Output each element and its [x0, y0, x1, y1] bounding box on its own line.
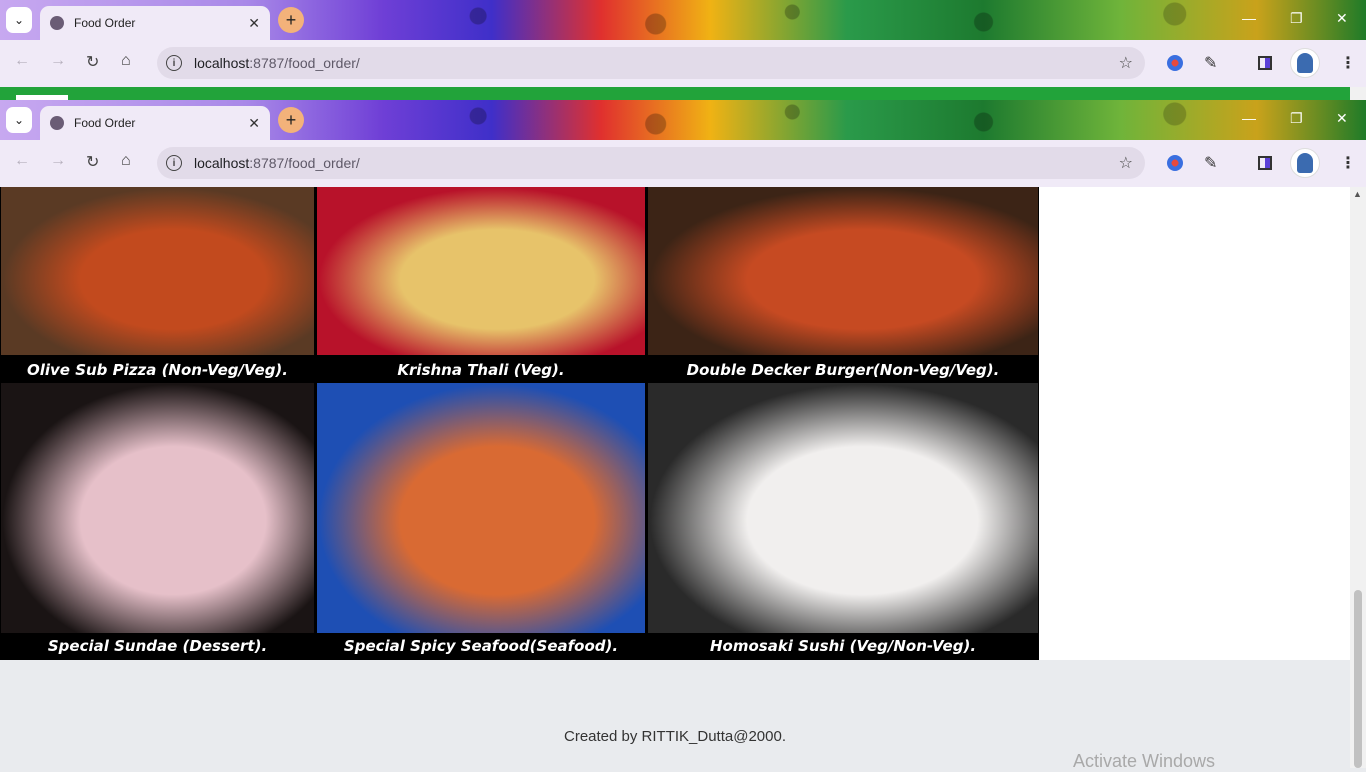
menu-card[interactable]: Homosaki Sushi (Veg/Non-Veg). — [648, 383, 1038, 660]
tab-food-order[interactable]: Food Order ✕ — [40, 6, 270, 40]
browser-toolbar: ← → ↻ ⌂ i localhost:8787/food_order/ ☆ ✎… — [0, 40, 1366, 87]
menu-item-name: Homosaki Sushi (Veg/Non-Veg). — [709, 637, 977, 655]
profile-avatar[interactable] — [1290, 48, 1320, 78]
bookmark-star-icon[interactable]: ☆ — [1119, 153, 1133, 173]
puzzle-extensions-icon[interactable]: ✎ — [1204, 153, 1217, 173]
menu-item-name: Double Decker Burger(Non-Veg/Veg). — [686, 361, 1000, 379]
tab-food-order[interactable]: Food Order ✕ — [40, 106, 270, 140]
food-image[interactable] — [317, 187, 645, 355]
reload-icon[interactable]: ↻ — [86, 52, 99, 72]
bookmark-star-icon[interactable]: ☆ — [1119, 53, 1133, 73]
new-tab-button[interactable]: + — [278, 107, 304, 133]
food-image[interactable] — [317, 383, 645, 633]
menu-item-name: Olive Sub Pizza (Non-Veg/Veg). — [26, 361, 288, 379]
close-tab-icon[interactable]: ✕ — [248, 15, 260, 32]
scrollbar-thumb[interactable] — [1354, 590, 1362, 768]
minimize-button[interactable]: — — [1242, 10, 1256, 26]
side-panel-icon[interactable] — [1258, 156, 1272, 170]
tab-title: Food Order — [74, 16, 136, 30]
minimize-button[interactable]: — — [1242, 110, 1256, 126]
home-icon[interactable]: ⌂ — [121, 52, 131, 70]
tab-search-icon[interactable]: ⌄ — [6, 7, 32, 33]
home-icon[interactable]: ⌂ — [121, 152, 131, 170]
scroll-up-icon[interactable]: ▲ — [1353, 189, 1362, 199]
food-image[interactable] — [648, 383, 1038, 633]
footer-credit: Created by RITTIK_Dutta@2000. — [564, 728, 786, 745]
site-info-icon[interactable]: i — [166, 155, 182, 171]
tab-title: Food Order — [74, 116, 136, 130]
food-image[interactable] — [648, 187, 1038, 355]
browser-window-top: ⌄ Food Order ✕ + — ❐ ✕ ← → ↻ ⌂ i localho… — [0, 0, 1366, 87]
food-menu-grid: Olive Sub Pizza (Non-Veg/Veg). Krishna T… — [0, 187, 1039, 660]
url-text[interactable]: localhost:8787/food_order/ — [194, 55, 1119, 71]
menu-card[interactable]: Krishna Thali (Veg). — [317, 187, 645, 383]
extension-icon[interactable] — [1167, 55, 1183, 71]
extension-icon[interactable] — [1167, 155, 1183, 171]
reload-icon[interactable]: ↻ — [86, 152, 99, 172]
globe-icon — [50, 16, 64, 30]
page-content: Olive Sub Pizza (Non-Veg/Veg). Krishna T… — [0, 187, 1350, 768]
menu-item-name: Krishna Thali (Veg). — [397, 361, 565, 379]
site-info-icon[interactable]: i — [166, 55, 182, 71]
page-header-strip — [0, 87, 1366, 100]
address-bar[interactable]: i localhost:8787/food_order/ ☆ — [157, 147, 1145, 179]
address-bar[interactable]: i localhost:8787/food_order/ ☆ — [157, 47, 1145, 79]
url-text[interactable]: localhost:8787/food_order/ — [194, 155, 1119, 171]
close-window-button[interactable]: ✕ — [1336, 110, 1348, 127]
back-icon[interactable]: ← — [14, 52, 30, 70]
menu-kebab-icon[interactable]: ⋮ — [1340, 153, 1356, 173]
browser-window-second: ⌄ Food Order ✕ + — ❐ ✕ ← → ↻ ⌂ i localho… — [0, 100, 1366, 187]
menu-kebab-icon[interactable]: ⋮ — [1340, 53, 1356, 73]
page-scrollbar[interactable]: ▲ — [1350, 187, 1366, 768]
tab-search-icon[interactable]: ⌄ — [6, 107, 32, 133]
puzzle-extensions-icon[interactable]: ✎ — [1204, 53, 1217, 73]
new-tab-button[interactable]: + — [278, 7, 304, 33]
menu-card[interactable]: Double Decker Burger(Non-Veg/Veg). — [648, 187, 1038, 383]
restore-button[interactable]: ❐ — [1290, 110, 1303, 127]
close-window-button[interactable]: ✕ — [1336, 10, 1348, 27]
forward-icon[interactable]: → — [50, 152, 66, 170]
back-icon[interactable]: ← — [14, 152, 30, 170]
food-image[interactable] — [1, 187, 314, 355]
food-image[interactable] — [1, 383, 314, 633]
menu-card[interactable]: Special Spicy Seafood(Seafood). — [317, 383, 645, 660]
scrollbar-track-top — [1350, 87, 1366, 100]
browser-toolbar: ← → ↻ ⌂ i localhost:8787/food_order/ ☆ ✎… — [0, 140, 1366, 187]
side-panel-icon[interactable] — [1258, 56, 1272, 70]
menu-item-name: Special Spicy Seafood(Seafood). — [343, 637, 619, 655]
menu-card[interactable]: Special Sundae (Dessert). — [1, 383, 314, 660]
menu-item-name: Special Sundae (Dessert). — [47, 637, 268, 655]
forward-icon[interactable]: → — [50, 52, 66, 70]
restore-button[interactable]: ❐ — [1290, 10, 1303, 27]
profile-avatar[interactable] — [1290, 148, 1320, 178]
activate-windows-watermark: Activate Windows — [1073, 751, 1216, 771]
globe-icon — [50, 116, 64, 130]
menu-card[interactable]: Olive Sub Pizza (Non-Veg/Veg). — [1, 187, 314, 383]
close-tab-icon[interactable]: ✕ — [248, 115, 260, 132]
